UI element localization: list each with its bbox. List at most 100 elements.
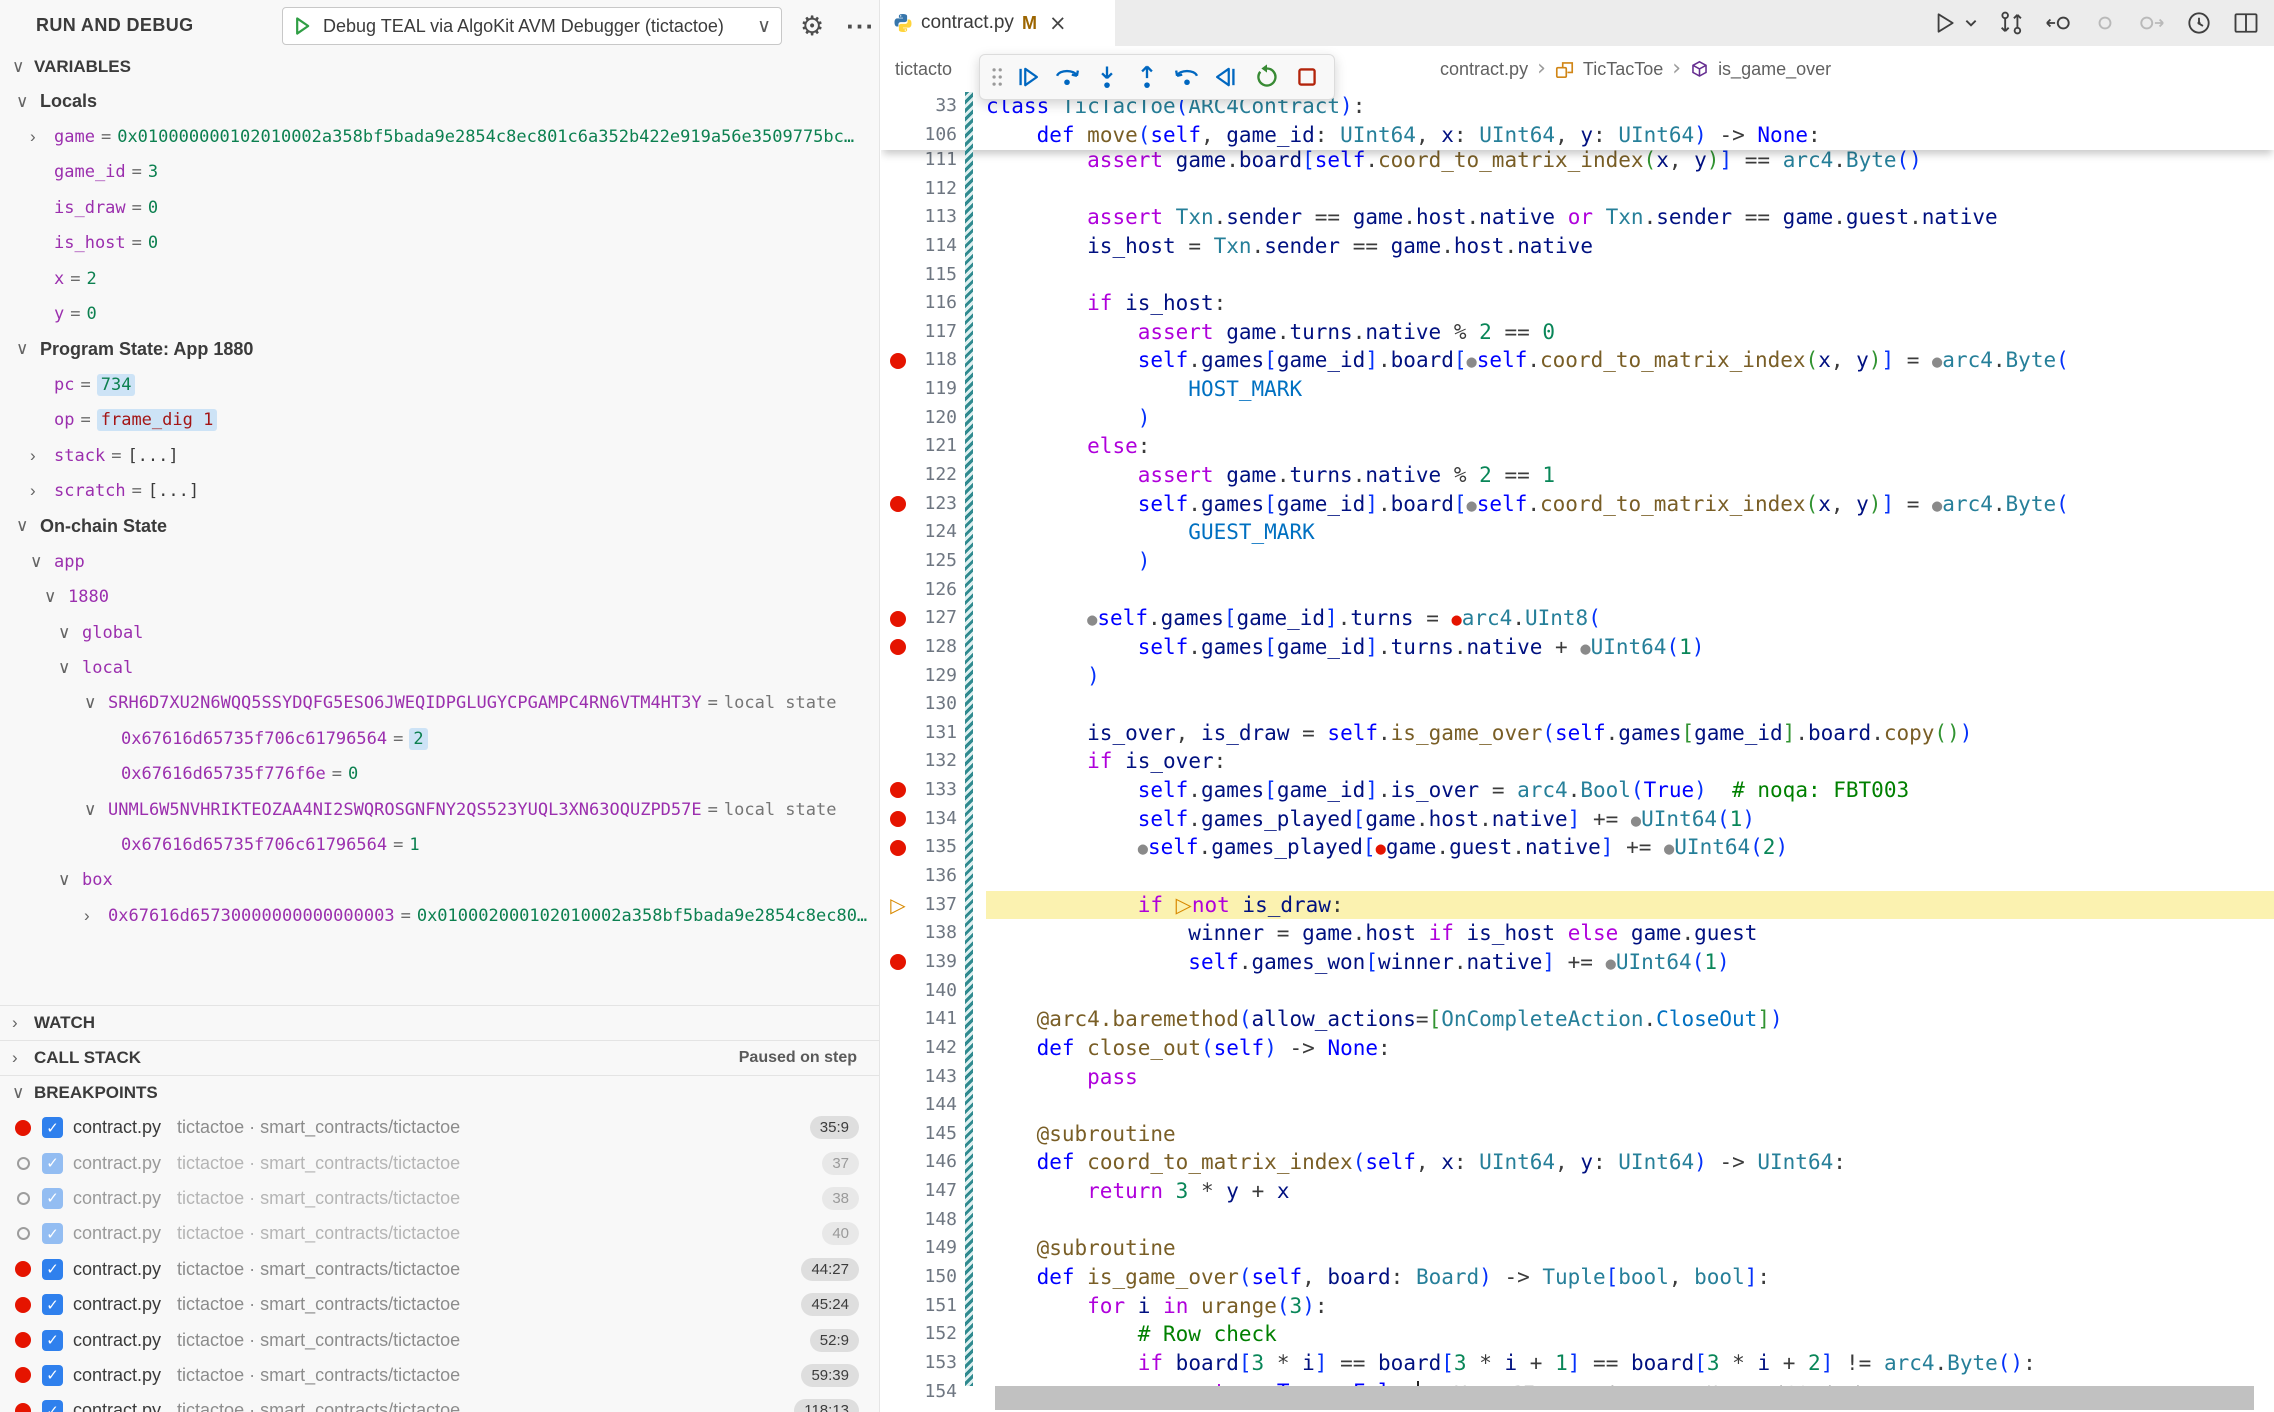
line-number[interactable]: 112 xyxy=(915,175,957,204)
breakpoint-checkbox[interactable]: ✓ xyxy=(42,1365,63,1386)
line-number[interactable]: 114 xyxy=(915,232,957,261)
line-number[interactable]: 115 xyxy=(915,261,957,290)
code-text[interactable] xyxy=(986,977,2274,1006)
code-line-121[interactable]: 121 else: xyxy=(881,432,2274,461)
breakpoint-gutter[interactable] xyxy=(881,862,915,891)
chevron-right-icon[interactable]: › xyxy=(30,481,54,501)
line-number[interactable]: 131 xyxy=(915,719,957,748)
code-text[interactable] xyxy=(986,1206,2274,1235)
line-number[interactable]: 142 xyxy=(915,1034,957,1063)
line-number[interactable]: 130 xyxy=(915,690,957,719)
breakpoint-gutter[interactable] xyxy=(881,1378,915,1407)
code-text[interactable]: def close_out(self) -> None: xyxy=(986,1034,2274,1063)
breakpoint-gutter[interactable] xyxy=(881,747,915,776)
breakpoint-gutter[interactable] xyxy=(881,919,915,948)
code-line-114[interactable]: 114 is_host = Txn.sender == game.host.na… xyxy=(881,232,2274,261)
code-line-126[interactable]: 126 xyxy=(881,576,2274,605)
line-number[interactable]: 123 xyxy=(915,490,957,519)
breakpoint-row-52-9[interactable]: ✓contract.pytictactoe · smart_contracts/… xyxy=(0,1322,879,1357)
breakpoint-gutter[interactable] xyxy=(881,1263,915,1292)
breakpoint-dot-icon[interactable] xyxy=(890,353,906,369)
code-line-138[interactable]: 138 winner = game.host if is_host else g… xyxy=(881,919,2274,948)
gear-icon[interactable]: ⚙ xyxy=(800,11,824,42)
breakpoint-gutter[interactable] xyxy=(881,432,915,461)
breakpoint-checkbox[interactable]: ✓ xyxy=(42,1294,63,1315)
chevron-down-icon[interactable]: ∨ xyxy=(12,1083,34,1103)
code-text[interactable]: ) xyxy=(986,662,2274,691)
code-text[interactable]: def move(self, game_id: UInt64, x: UInt6… xyxy=(986,121,2274,150)
line-number[interactable]: 132 xyxy=(915,747,957,776)
breakpoint-gutter[interactable] xyxy=(881,261,915,290)
code-line-128[interactable]: 128 self.games[game_id].turns.native + ●… xyxy=(881,633,2274,662)
line-number[interactable]: 144 xyxy=(915,1091,957,1120)
breakpoint-checkbox[interactable]: ✓ xyxy=(42,1259,63,1280)
line-number[interactable]: 137 xyxy=(915,891,957,920)
code-line-106[interactable]: 106 def move(self, game_id: UInt64, x: U… xyxy=(881,121,2274,150)
code-text[interactable]: else: xyxy=(986,432,2274,461)
line-number[interactable]: 151 xyxy=(915,1292,957,1321)
tab-contract-py[interactable]: contract.py M × xyxy=(881,0,1115,46)
line-number[interactable]: 153 xyxy=(915,1349,957,1378)
variable-row-pc[interactable]: pc=734 xyxy=(0,367,879,402)
breakpoint-gutter[interactable] xyxy=(881,203,915,232)
code-line-124[interactable]: 124 GUEST_MARK xyxy=(881,518,2274,547)
line-number[interactable]: 133 xyxy=(915,776,957,805)
code-text[interactable]: self.games_played[game.host.native] += ●… xyxy=(986,805,2274,834)
code-text[interactable]: self.games_won[winner.native] += ●UInt64… xyxy=(986,948,2274,977)
breakpoint-gutter[interactable] xyxy=(881,1206,915,1235)
line-number[interactable]: 129 xyxy=(915,662,957,691)
line-number[interactable]: 141 xyxy=(915,1005,957,1034)
line-number[interactable]: 136 xyxy=(915,862,957,891)
breakpoint-gutter[interactable] xyxy=(881,633,915,662)
breakpoints-section-header[interactable]: ∨ BREAKPOINTS xyxy=(0,1075,879,1110)
code-text[interactable]: @arc4.baremethod(allow_actions=[OnComple… xyxy=(986,1005,2274,1034)
breadcrumb-symbol[interactable]: is_game_over xyxy=(1718,59,1831,80)
line-number[interactable]: 127 xyxy=(915,604,957,633)
split-editor-button[interactable] xyxy=(2232,9,2260,37)
variable-row-0x67616d65735f706c61796564[interactable]: 0x67616d65735f706c61796564=1 xyxy=(0,827,879,862)
code-text[interactable]: ) xyxy=(986,547,2274,576)
code-line-116[interactable]: 116 if is_host: xyxy=(881,289,2274,318)
line-number[interactable]: 113 xyxy=(915,203,957,232)
variable-row-op[interactable]: op=frame_dig 1 xyxy=(0,403,879,438)
breakpoint-row-59-39[interactable]: ✓contract.pytictactoe · smart_contracts/… xyxy=(0,1358,879,1393)
variable-row-scratch[interactable]: ›scratch=[...] xyxy=(0,473,879,508)
variable-row-global[interactable]: ∨global xyxy=(0,615,879,650)
code-text[interactable]: # Row check xyxy=(986,1320,2274,1349)
code-line-151[interactable]: 151 for i in urange(3): xyxy=(881,1292,2274,1321)
variable-row-app[interactable]: ∨app xyxy=(0,544,879,579)
breakpoint-row-44-27[interactable]: ✓contract.pytictactoe · smart_contracts/… xyxy=(0,1252,879,1287)
breakpoint-row-38[interactable]: ✓contract.pytictactoe · smart_contracts/… xyxy=(0,1181,879,1216)
breakpoint-gutter[interactable] xyxy=(881,404,915,433)
breakpoint-gutter[interactable] xyxy=(881,833,915,862)
code-text[interactable]: pass xyxy=(986,1063,2274,1092)
breakpoint-dot-icon[interactable] xyxy=(890,954,906,970)
code-line-131[interactable]: 131 is_over, is_draw = self.is_game_over… xyxy=(881,719,2274,748)
breakpoint-checkbox[interactable]: ✓ xyxy=(42,1330,63,1351)
variable-row-unml6w5nvhrikteozaa4ni2swqrosgnf[interactable]: ∨UNML6W5NVHRIKTEOZAA4NI2SWQROSGNFNY2QS52… xyxy=(0,792,879,827)
code-line-144[interactable]: 144 xyxy=(881,1091,2274,1120)
variable-row-locals[interactable]: ∨Locals xyxy=(0,84,879,119)
chevron-down-icon[interactable]: ∨ xyxy=(16,339,40,359)
code-text[interactable]: if ▷not is_draw: xyxy=(986,891,2274,920)
breakpoint-checkbox[interactable]: ✓ xyxy=(42,1223,63,1244)
code-text[interactable]: if is_over: xyxy=(986,747,2274,776)
code-text[interactable]: ) xyxy=(986,404,2274,433)
breakpoint-gutter[interactable] xyxy=(881,1320,915,1349)
code-line-143[interactable]: 143 pass xyxy=(881,1063,2274,1092)
sync-changes-icon[interactable] xyxy=(1997,9,2025,37)
code-text[interactable]: ●self.games_played[●game.guest.native] +… xyxy=(986,833,2274,862)
code-line-120[interactable]: 120 ) xyxy=(881,404,2274,433)
line-number[interactable]: 119 xyxy=(915,375,957,404)
breakpoint-dot-icon[interactable] xyxy=(890,782,906,798)
code-line-150[interactable]: 150 def is_game_over(self, board: Board)… xyxy=(881,1263,2274,1292)
code-text[interactable] xyxy=(986,690,2274,719)
chevron-down-icon[interactable]: ∨ xyxy=(16,516,40,536)
breakpoint-gutter[interactable] xyxy=(881,518,915,547)
code-line-133[interactable]: 133 self.games[game_id].is_over = arc4.B… xyxy=(881,776,2274,805)
code-line-145[interactable]: 145 @subroutine xyxy=(881,1120,2274,1149)
breakpoint-gutter[interactable] xyxy=(881,805,915,834)
line-number[interactable]: 149 xyxy=(915,1234,957,1263)
horizontal-scrollbar[interactable] xyxy=(995,1386,2254,1410)
code-line-135[interactable]: 135 ●self.games_played[●game.guest.nativ… xyxy=(881,833,2274,862)
